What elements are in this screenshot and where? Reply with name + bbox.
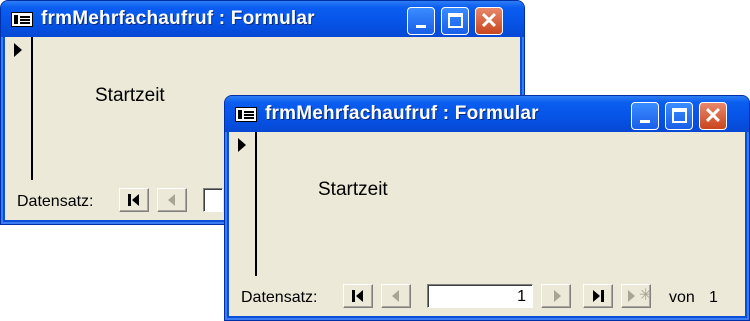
maximize-icon bbox=[672, 108, 687, 123]
close-icon: ✕ bbox=[703, 103, 723, 128]
record-total: 1 bbox=[709, 289, 718, 306]
minimize-button[interactable] bbox=[631, 102, 659, 130]
minimize-button[interactable] bbox=[407, 7, 435, 35]
field-label-startzeit: Startzeit bbox=[95, 85, 165, 106]
record-number-field[interactable]: 1 bbox=[427, 284, 533, 308]
record-number-field[interactable] bbox=[203, 188, 223, 212]
close-button[interactable]: ✕ bbox=[699, 102, 727, 130]
last-record-button[interactable] bbox=[583, 284, 613, 308]
field-label-startzeit: Startzeit bbox=[318, 179, 388, 200]
of-label: von bbox=[669, 289, 695, 306]
previous-record-button[interactable] bbox=[157, 188, 187, 212]
maximize-icon bbox=[448, 13, 463, 28]
record-label: Datensatz: bbox=[17, 193, 94, 210]
next-record-button[interactable] bbox=[541, 284, 571, 308]
current-record-icon bbox=[238, 138, 246, 152]
minimize-icon bbox=[416, 25, 426, 28]
new-record-button[interactable]: ✳ bbox=[621, 284, 652, 308]
maximize-button[interactable] bbox=[441, 7, 469, 35]
record-selector[interactable] bbox=[229, 132, 257, 276]
form-window-front[interactable]: frmMehrfachaufruf : Formular ✕ Startzeit… bbox=[224, 95, 750, 321]
previous-record-button[interactable] bbox=[381, 284, 411, 308]
close-icon: ✕ bbox=[479, 8, 499, 33]
maximize-button[interactable] bbox=[665, 102, 693, 130]
current-record-icon bbox=[14, 43, 22, 57]
window-title: frmMehrfachaufruf : Formular bbox=[265, 103, 539, 124]
record-label: Datensatz: bbox=[241, 289, 318, 306]
form-icon[interactable] bbox=[11, 12, 33, 27]
record-navigation: Datensatz: 1 ✳ von 1 bbox=[229, 282, 745, 316]
first-record-button[interactable] bbox=[119, 188, 149, 212]
record-selector[interactable] bbox=[5, 37, 33, 180]
close-button[interactable]: ✕ bbox=[475, 7, 503, 35]
titlebar[interactable]: frmMehrfachaufruf : Formular ✕ bbox=[225, 96, 749, 132]
form-icon[interactable] bbox=[235, 107, 257, 122]
minimize-icon bbox=[640, 120, 650, 123]
form-body: Startzeit Datensatz: 1 ✳ von 1 bbox=[229, 132, 745, 316]
window-title: frmMehrfachaufruf : Formular bbox=[41, 8, 315, 29]
first-record-button[interactable] bbox=[343, 284, 373, 308]
titlebar[interactable]: frmMehrfachaufruf : Formular ✕ bbox=[1, 1, 524, 37]
